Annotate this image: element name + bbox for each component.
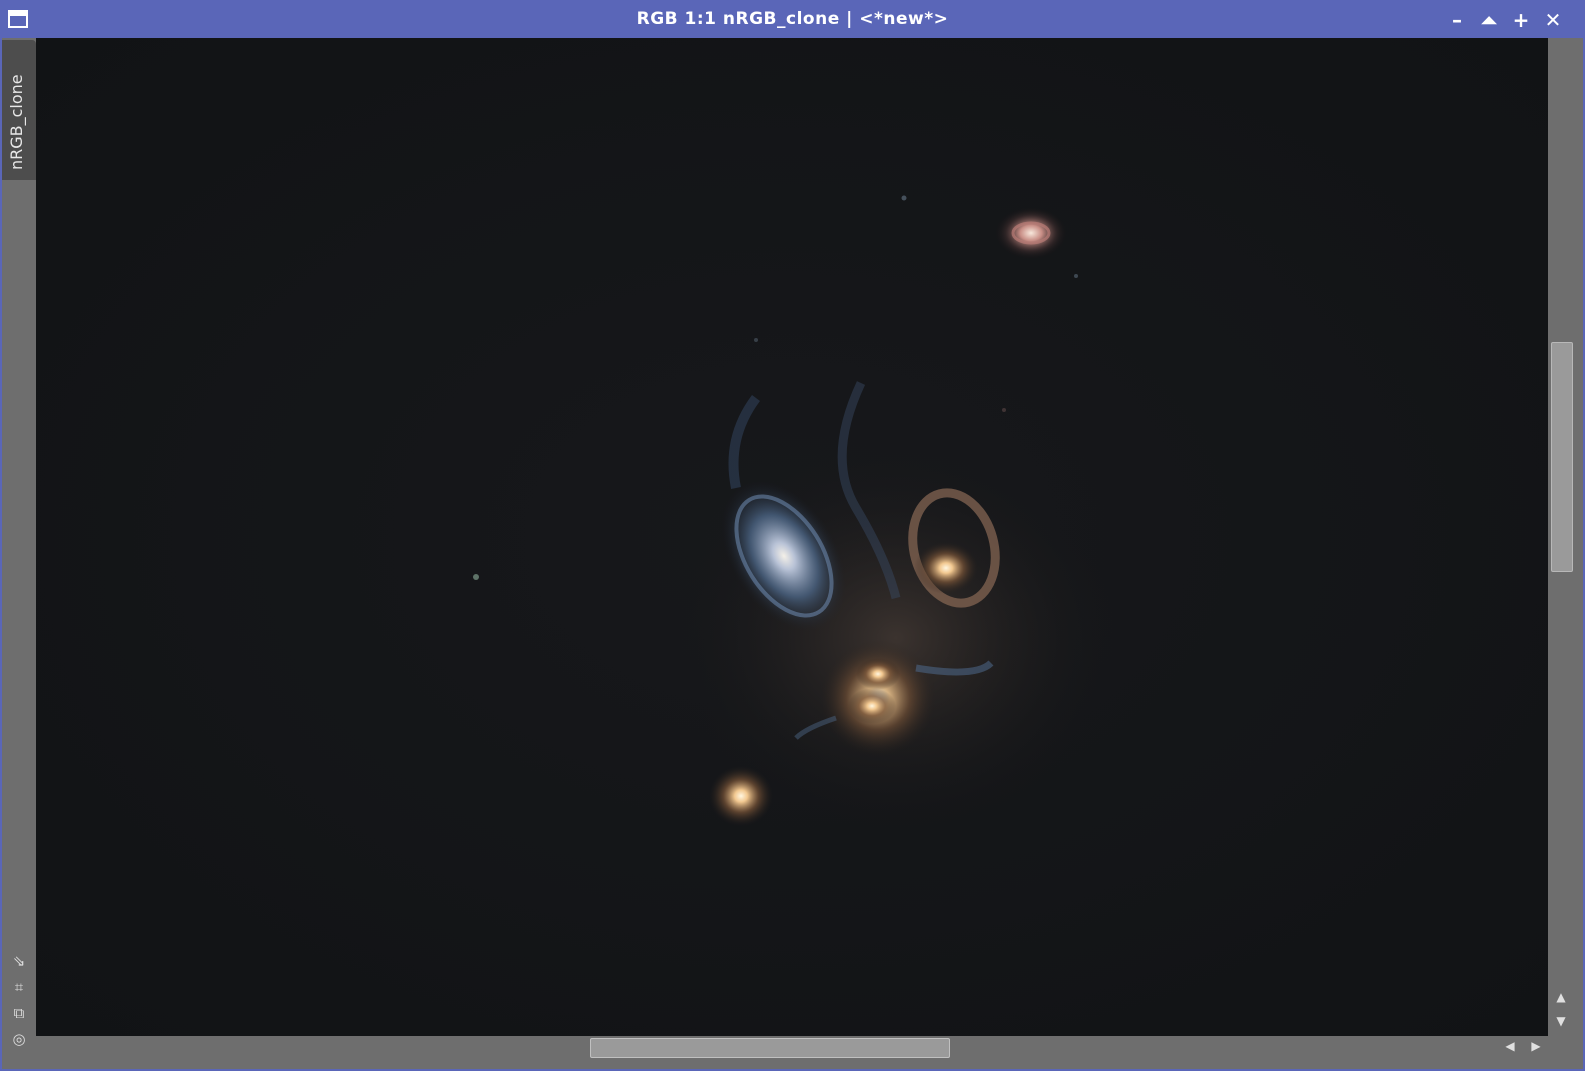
- horizontal-scroll-thumb[interactable]: [590, 1038, 950, 1058]
- image-window: RGB 1:1 nRGB_clone | <*new*> – ⏶ + ✕ nRG…: [0, 0, 1585, 1071]
- scroll-left-icon[interactable]: ◀: [1500, 1039, 1520, 1053]
- maximize-button[interactable]: +: [1509, 8, 1533, 32]
- clone-view-icon[interactable]: ⧉: [10, 1004, 28, 1022]
- galaxy-image: [36, 38, 1548, 1036]
- close-button[interactable]: ✕: [1541, 8, 1565, 32]
- view-tab-label: nRGB_clone: [7, 74, 26, 170]
- scroll-down-icon[interactable]: ▼: [1551, 1014, 1571, 1028]
- shade-button[interactable]: ⏶: [1477, 8, 1501, 32]
- image-canvas[interactable]: [36, 38, 1548, 1036]
- left-sidebar: nRGB_clone ⇘ ⌗ ⧉ ◎: [2, 38, 36, 1069]
- target-icon[interactable]: ◎: [10, 1030, 28, 1048]
- window-title: RGB 1:1 nRGB_clone | <*new*>: [636, 9, 949, 29]
- fit-view-icon[interactable]: ⇘: [10, 952, 28, 970]
- view-tab[interactable]: nRGB_clone: [2, 40, 36, 180]
- minimize-button[interactable]: –: [1445, 8, 1469, 32]
- scroll-right-icon[interactable]: ▶: [1526, 1039, 1546, 1053]
- scroll-up-icon[interactable]: ▲: [1551, 990, 1571, 1004]
- title-bar[interactable]: RGB 1:1 nRGB_clone | <*new*> – ⏶ + ✕: [2, 2, 1583, 38]
- vertical-scroll-thumb[interactable]: [1551, 342, 1573, 572]
- vertical-scrollbar[interactable]: ▲ ▼: [1548, 38, 1583, 1036]
- zoom-box-icon[interactable]: ⌗: [10, 978, 28, 996]
- horizontal-scrollbar[interactable]: ◀ ▶: [36, 1036, 1583, 1069]
